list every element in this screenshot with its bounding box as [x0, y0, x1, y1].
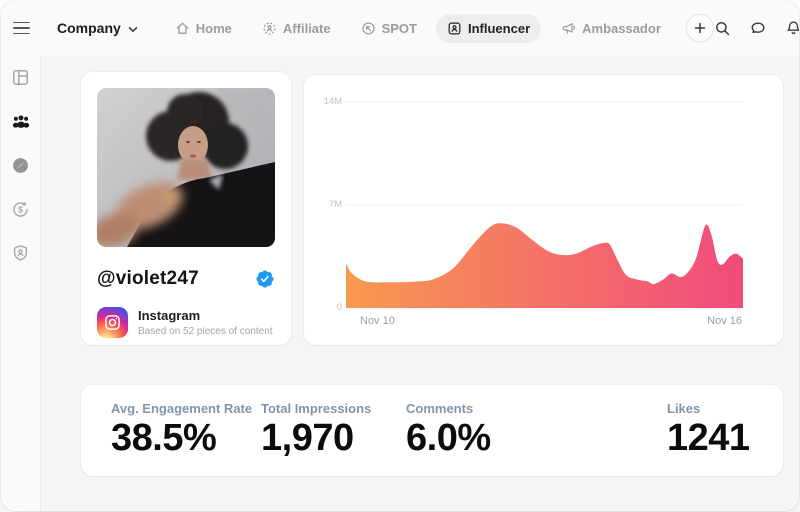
stats-summary-card: Avg. Engagement Rate38.5%Total Impressio…: [81, 385, 783, 476]
dashboard-icon: [11, 68, 30, 87]
stat-likes: Likes1241: [667, 401, 753, 476]
people-icon: [11, 112, 31, 130]
stat-label: Avg. Engagement Rate: [111, 401, 261, 416]
platform-row[interactable]: Instagram Based on 52 pieces of content: [97, 307, 276, 338]
main-content: @violet247 Instagram Based on 52 pieces …: [41, 56, 799, 511]
chat-icon[interactable]: [749, 20, 767, 37]
verified-badge-icon: [255, 269, 275, 289]
plus-icon: [694, 22, 706, 34]
tab-label: SPOT: [382, 21, 417, 36]
bell-icon[interactable]: [785, 19, 799, 37]
topbar-action-icons: [714, 19, 799, 37]
area-series: [346, 223, 743, 308]
compass-icon: [11, 156, 30, 175]
chevron-down-icon: [128, 20, 138, 36]
stat-label: Total Impressions: [261, 401, 406, 416]
stat-total-impressions: Total Impressions1,970: [261, 401, 406, 476]
tab-label: Home: [196, 21, 232, 36]
security-icon: [11, 244, 30, 263]
x-label-end: Nov 16: [707, 315, 742, 327]
influencer-profile-card: @violet247 Instagram Based on 52 pieces …: [81, 72, 291, 345]
svg-text:$: $: [18, 204, 23, 214]
search-icon[interactable]: [714, 20, 731, 37]
stat-value: 6.0%: [406, 417, 667, 460]
menu-cell: [1, 0, 41, 56]
tab-label: Influencer: [468, 21, 530, 36]
sidebar-item-people[interactable]: [9, 109, 33, 133]
sidebar-item-compass[interactable]: [9, 153, 33, 177]
influencer-handle: @violet247: [97, 268, 199, 290]
ambassador-icon: [560, 21, 576, 36]
tab-ambassador[interactable]: Ambassador: [549, 14, 672, 43]
tab-home[interactable]: Home: [164, 14, 243, 43]
stat-value: 1241: [667, 417, 753, 460]
company-label: Company: [57, 20, 121, 36]
affiliate-icon: [262, 21, 277, 36]
home-icon: [175, 21, 190, 36]
stat-label: Likes: [667, 401, 753, 416]
platform-note: Based on 52 pieces of content: [138, 326, 273, 337]
add-button[interactable]: [686, 14, 714, 42]
payments-icon: $: [11, 200, 30, 219]
sidebar-item-payments[interactable]: $: [9, 197, 33, 221]
sidebar-item-dashboard[interactable]: [9, 65, 33, 89]
sidebar-nav: $: [1, 56, 41, 511]
sidebar-item-security[interactable]: [9, 241, 33, 265]
app-window: Company Home Affiliate SPOT Influencer Ambas…: [1, 0, 799, 511]
stat-value: 1,970: [261, 417, 406, 460]
nav-tabs: Home Affiliate SPOT Influencer Ambassador: [164, 14, 672, 43]
stat-avg-engagement-rate: Avg. Engagement Rate38.5%: [111, 401, 261, 476]
instagram-icon: [97, 307, 128, 338]
stat-label: Comments: [406, 401, 667, 416]
tab-label: Affiliate: [283, 21, 331, 36]
tab-label: Ambassador: [582, 21, 661, 36]
spot-icon: [361, 21, 376, 36]
profile-photo: [97, 88, 275, 247]
tab-spot[interactable]: SPOT: [350, 14, 428, 43]
topbar: Company Home Affiliate SPOT Influencer Ambas…: [41, 0, 799, 56]
tab-affiliate[interactable]: Affiliate: [251, 14, 342, 43]
influencer-icon: [447, 21, 462, 36]
impressions-chart-card: 14M 7M 0 Nov 10 Nov 16: [304, 75, 783, 345]
hamburger-icon[interactable]: [13, 22, 30, 35]
x-label-start: Nov 10: [360, 315, 395, 327]
company-menu[interactable]: Company: [57, 20, 138, 36]
stat-value: 38.5%: [111, 417, 261, 460]
platform-name: Instagram: [138, 308, 273, 323]
handle-row: @violet247: [97, 268, 276, 290]
tab-influencer[interactable]: Influencer: [436, 14, 541, 43]
stat-comments: Comments6.0%: [406, 401, 667, 476]
area-chart: [304, 75, 783, 345]
